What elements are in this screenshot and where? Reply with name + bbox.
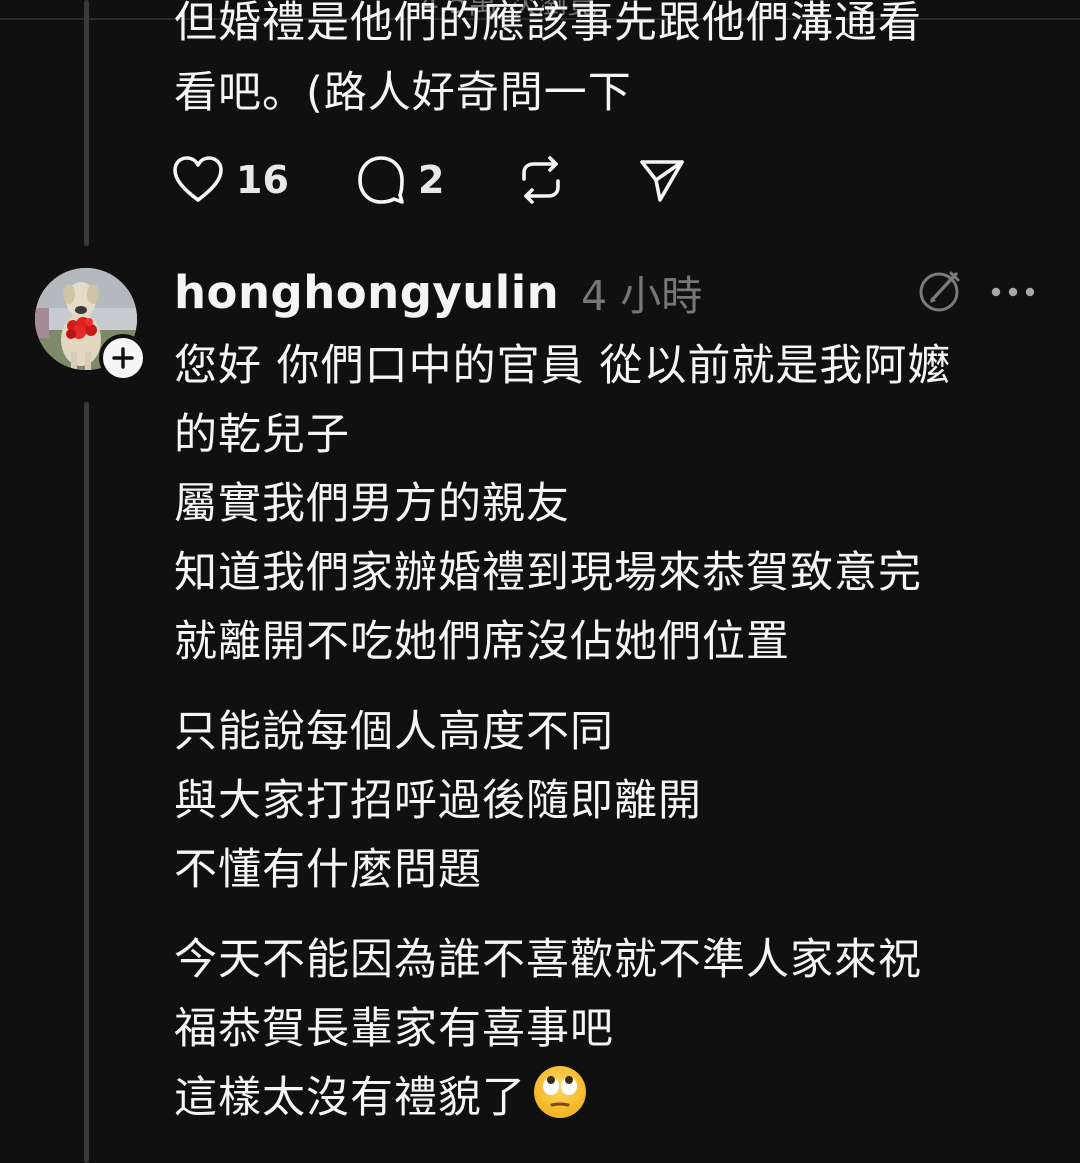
comment-icon xyxy=(358,156,404,204)
post-header-icons xyxy=(916,268,1036,318)
post-line: 不懂有什麼問題 xyxy=(174,845,482,895)
post-line: 知道我們家辦婚禮到現場來恭賀致意完 xyxy=(174,548,922,598)
thread-line-current xyxy=(84,402,89,1163)
share-button[interactable] xyxy=(638,156,686,204)
post-line: 與大家打招呼過後隨即離開 xyxy=(174,776,702,826)
post-line: 的乾兒子 xyxy=(174,410,350,460)
eye-roll-emoji xyxy=(532,1064,588,1141)
post-header: honghongyulin 4 小時 xyxy=(174,262,702,322)
post-line-last: 這樣太沒有禮貌了 xyxy=(174,1064,1054,1141)
edit-button[interactable] xyxy=(916,267,964,319)
edit-icon xyxy=(919,271,960,312)
post-line: 就離開不吃她們席沒佔她們位置 xyxy=(174,617,790,667)
post-paragraph: 只能說每個人高度不同 與大家打招呼過後隨即離開 不懂有什麼問題 xyxy=(174,698,1054,905)
username[interactable]: honghongyulin xyxy=(174,266,559,319)
timestamp: 4 小時 xyxy=(581,272,703,320)
like-button[interactable]: 16 xyxy=(172,155,356,205)
post-body: 您好 你們口中的官員 從以前就是我阿嬤 的乾兒子 屬實我們男方的親友 知道我們家… xyxy=(174,332,1054,1162)
reply-count: 2 xyxy=(418,158,445,202)
plus-icon xyxy=(112,347,134,369)
post-line: 福恭賀長輩家有喜事吧 xyxy=(174,1004,614,1054)
post-paragraph: 今天不能因為誰不喜歡就不準人家來祝 福恭賀長輩家有喜事吧 這樣太沒有禮貌了 xyxy=(174,926,1054,1141)
heart-icon xyxy=(173,156,223,202)
more-button[interactable] xyxy=(990,284,1036,303)
repost-button[interactable] xyxy=(516,155,638,205)
previous-reply-body: 但婚禮是他們的應該事先跟他們溝通看 看吧。(路人好奇問一下 xyxy=(174,0,1034,128)
reply-button[interactable]: 2 xyxy=(356,155,516,205)
post-paragraph: 您好 你們口中的官員 從以前就是我阿嬤 的乾兒子 屬實我們男方的親友 知道我們家… xyxy=(174,332,1054,677)
thread-line-previous xyxy=(84,0,89,246)
send-icon xyxy=(640,160,684,202)
like-count: 16 xyxy=(236,158,289,202)
follow-button[interactable] xyxy=(99,334,147,382)
previous-reply-line: 看吧。(路人好奇問一下 xyxy=(174,68,632,118)
previous-reply-actions: 16 2 xyxy=(172,150,686,210)
repost-icon xyxy=(522,156,560,204)
post-line: 今天不能因為誰不喜歡就不準人家來祝 xyxy=(174,935,922,985)
previous-reply-line: 但婚禮是他們的應該事先跟他們溝通看 xyxy=(174,0,922,48)
post-line: 您好 你們口中的官員 從以前就是我阿嬤 xyxy=(174,341,952,391)
more-icon xyxy=(991,287,1035,296)
post-line-text: 這樣太沒有禮貌了 xyxy=(174,1073,526,1123)
post-line: 只能說每個人高度不同 xyxy=(174,707,614,757)
post-line: 屬實我們男方的親友 xyxy=(174,479,570,529)
